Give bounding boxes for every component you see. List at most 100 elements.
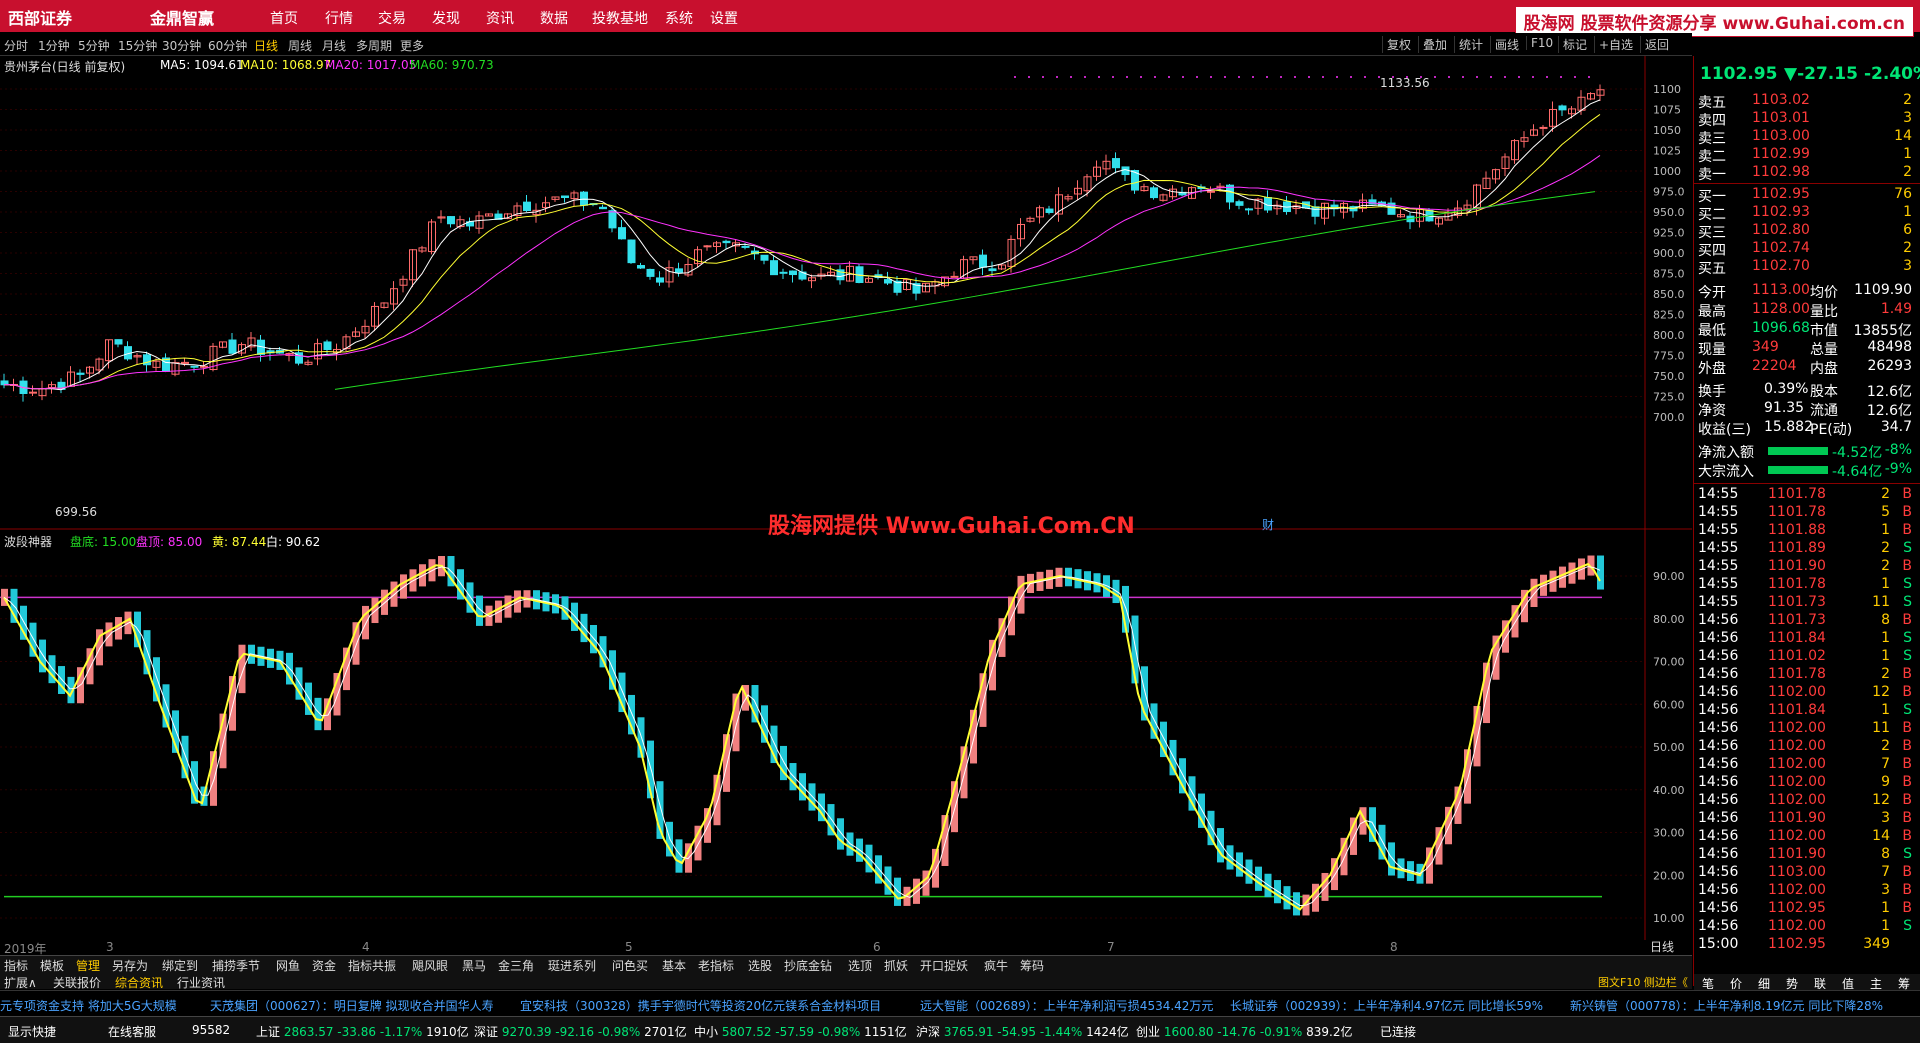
candle-body — [29, 391, 37, 394]
period-15min[interactable]: 15分钟 — [118, 37, 157, 54]
period-weekly[interactable]: 周线 — [288, 37, 312, 54]
indicator-tab[interactable]: 问色买 — [612, 957, 648, 974]
ask-row[interactable]: 卖五 1103.02 2 — [1698, 92, 1916, 111]
period-multi[interactable]: 多周期 — [356, 37, 392, 54]
bid-row[interactable]: 买三 1102.80 6 — [1698, 222, 1916, 241]
period-30min[interactable]: 30分钟 — [162, 37, 201, 54]
f10-sidebar-toggle[interactable]: 图文F10 侧边栏《 — [1598, 974, 1688, 990]
ask-row[interactable]: 卖四 1103.01 3 — [1698, 110, 1916, 129]
bid-row[interactable]: 买四 1102.74 2 — [1698, 240, 1916, 259]
tick-row: 14:55 1101.78 5 B — [1698, 504, 1916, 522]
indicator-tab[interactable]: 珽进系列 — [548, 957, 596, 974]
indicator-tab[interactable]: 选顶 — [848, 957, 872, 974]
signal-dot — [1532, 76, 1534, 78]
bid-row[interactable]: 买五 1102.70 3 — [1698, 258, 1916, 277]
period-5min[interactable]: 5分钟 — [78, 37, 110, 54]
menu-quotes[interactable]: 行情 — [325, 8, 353, 28]
indicator-tab[interactable]: 基本 — [662, 957, 686, 974]
bid-row[interactable]: 买二 1102.93 1 — [1698, 204, 1916, 223]
menu-education[interactable]: 投教基地 — [592, 8, 648, 28]
indicator-tab[interactable]: 管理 — [76, 957, 100, 974]
menu-home[interactable]: 首页 — [270, 8, 298, 28]
period-1min[interactable]: 1分钟 — [38, 37, 70, 54]
info-tab[interactable]: 关联报价 — [53, 974, 101, 991]
indicator-tab[interactable]: 选股 — [748, 957, 772, 974]
menu-news[interactable]: 资讯 — [486, 8, 514, 28]
indicator-tab[interactable]: 金三角 — [498, 957, 534, 974]
menu-trade[interactable]: 交易 — [378, 8, 406, 28]
indicator-tab[interactable]: 抄底金钻 — [784, 957, 832, 974]
tool-f10[interactable]: F10 — [1526, 36, 1553, 50]
tick-time: 15:00 — [1698, 936, 1739, 952]
period-daily[interactable]: 日线 — [254, 37, 278, 54]
indicator-tab[interactable]: 黑马 — [462, 957, 486, 974]
indicator-chart[interactable]: 90.00 80.00 70.00 60.00 50.00 40.00 30.00 20.00… — [0, 530, 1692, 940]
news-item[interactable]: 宜安科技（300328）携手宇德时代等投资20亿元镁系合金材料项目 — [520, 997, 881, 1014]
period-tick[interactable]: 分时 — [4, 37, 28, 54]
news-item[interactable]: 天茂集团（000627）：明日复牌 拟现收合并国华人寿 — [210, 997, 494, 1014]
info-tab[interactable]: 行业资讯 — [177, 974, 225, 991]
info-tab[interactable]: 综合资讯 — [115, 974, 163, 991]
menu-data[interactable]: 数据 — [540, 8, 568, 28]
tick-time: 14:56 — [1698, 684, 1739, 700]
info-tab[interactable]: 扩展∧ — [4, 974, 37, 991]
signal-dot — [1336, 76, 1338, 78]
tick-volume: 8 — [1881, 846, 1890, 862]
index-zx[interactable]: 中小 5807.52 -57.59 -0.98% 1151亿 — [694, 1023, 907, 1040]
index-cy[interactable]: 创业 1600.80 -14.76 -0.91% 839.2亿 — [1136, 1023, 1352, 1040]
tool-draw[interactable]: 画线 — [1490, 36, 1519, 53]
indicator-tab[interactable]: 模板 — [40, 957, 64, 974]
tool-fuquan[interactable]: 复权 — [1382, 36, 1411, 53]
indicator-tab[interactable]: 筹码 — [1020, 957, 1044, 974]
tick-price: 1101.78 — [1768, 666, 1826, 682]
flow-bar — [1768, 447, 1828, 455]
signal-dot — [1196, 76, 1198, 78]
tool-mark[interactable]: 标记 — [1558, 36, 1587, 53]
candle-body — [1150, 187, 1158, 199]
period-more[interactable]: 更多 — [400, 37, 424, 54]
quick-toggle[interactable]: 显示快捷 — [8, 1023, 56, 1040]
indicator-tab[interactable]: 另存为 — [112, 957, 148, 974]
news-item[interactable]: 长城证券（002939）：上半年净利4.97亿元 同比增长59% — [1230, 997, 1543, 1014]
online-service[interactable]: 在线客服 — [108, 1023, 156, 1040]
tick-time: 14:55 — [1698, 486, 1739, 502]
period-label-right[interactable]: 日线 — [1650, 938, 1674, 955]
indicator-tab[interactable]: 绑定到 — [162, 957, 198, 974]
tool-back[interactable]: 返回 — [1640, 36, 1669, 53]
candlestick-chart[interactable]: 1100 1075 1050 1025 1000 975.0 950.0 925.0 900.0… — [0, 56, 1692, 530]
tool-stats[interactable]: 统计 — [1454, 36, 1483, 53]
indicator-tab[interactable]: 网鱼 — [276, 957, 300, 974]
indicator-tab[interactable]: 抓妖 — [884, 957, 908, 974]
period-60min[interactable]: 60分钟 — [208, 37, 247, 54]
news-item[interactable]: 新兴铸管（000778）：上半年净利8.19亿元 同比下降28% — [1570, 997, 1883, 1014]
indicator-tab[interactable]: 老指标 — [698, 957, 734, 974]
menu-discover[interactable]: 发现 — [432, 8, 460, 28]
tick-row: 14:56 1103.00 7 B — [1698, 864, 1916, 882]
news-item[interactable]: 远大智能（002689）：上半年净利润亏损4534.42万元 — [920, 997, 1213, 1014]
menu-system[interactable]: 系统 — [665, 8, 693, 28]
tick-volume: 12 — [1872, 684, 1890, 700]
indicator-tab[interactable]: 资金 — [312, 957, 336, 974]
index-sh[interactable]: 上证 2863.57 -33.86 -1.17% 1910亿 — [256, 1023, 469, 1040]
indicator-tab[interactable]: 疯牛 — [984, 957, 1008, 974]
tick-volume: 2 — [1881, 738, 1890, 754]
menu-settings[interactable]: 设置 — [710, 8, 738, 28]
indicator-tab[interactable]: 飓风眼 — [412, 957, 448, 974]
ask-row[interactable]: 卖一 1102.98 2 — [1698, 164, 1916, 183]
news-item[interactable]: 元专项资金支持 将加大5G大规模 — [0, 997, 177, 1014]
indicator-tab[interactable]: 指标 — [4, 957, 28, 974]
index-sz[interactable]: 深证 9270.39 -92.16 -0.98% 2701亿 — [474, 1023, 687, 1040]
indicator-tab[interactable]: 捕捞季节 — [212, 957, 260, 974]
bid-volume: 6 — [1903, 222, 1912, 238]
tool-add-watchlist[interactable]: +自选 — [1594, 36, 1633, 53]
candle-body — [200, 365, 208, 368]
period-monthly[interactable]: 月线 — [322, 37, 346, 54]
tool-overlay[interactable]: 叠加 — [1418, 36, 1447, 53]
bid-row[interactable]: 买一 1102.95 76 — [1698, 186, 1916, 205]
candle-body — [1235, 201, 1244, 206]
index-hs[interactable]: 沪深 3765.91 -54.95 -1.44% 1424亿 — [916, 1023, 1129, 1040]
ask-row[interactable]: 卖三 1103.00 14 — [1698, 128, 1916, 147]
indicator-tab[interactable]: 指标共振 — [348, 957, 396, 974]
ask-row[interactable]: 卖二 1102.99 1 — [1698, 146, 1916, 165]
indicator-tab[interactable]: 开口捉妖 — [920, 957, 968, 974]
